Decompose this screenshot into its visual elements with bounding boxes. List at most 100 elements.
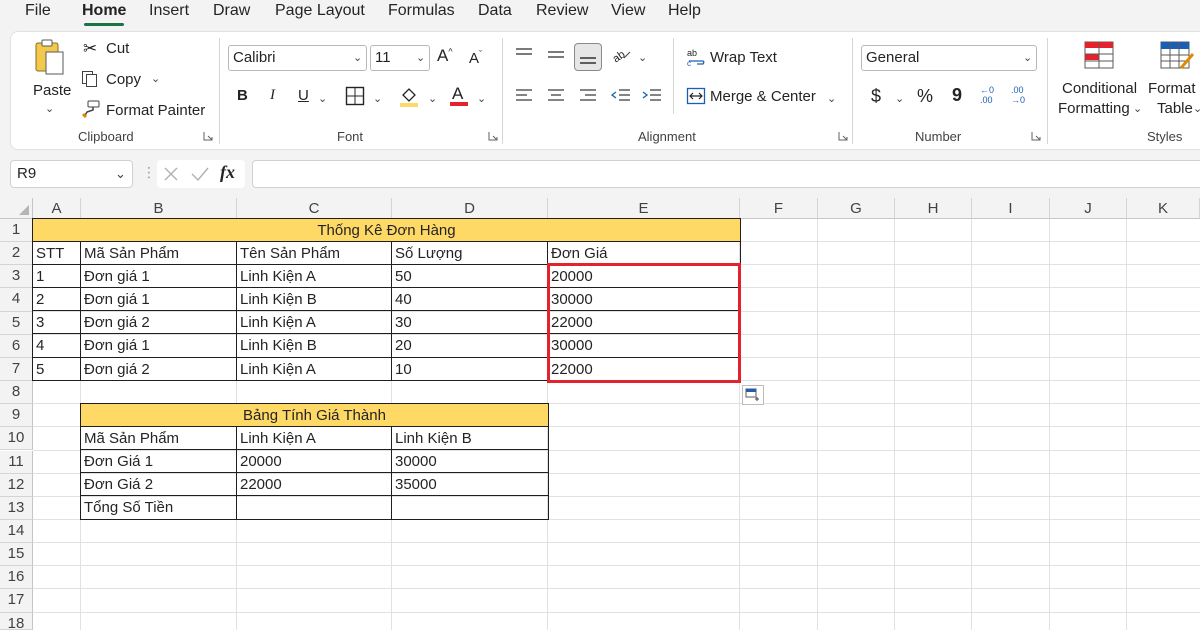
order-cell-quantity[interactable]: 50 xyxy=(392,265,548,288)
borders-dropdown-chevron[interactable]: ⌄ xyxy=(373,92,382,105)
row-header-13[interactable]: 13 xyxy=(0,496,33,520)
copy-button[interactable]: Copy xyxy=(106,71,141,88)
price-cell-part-a[interactable]: 20000 xyxy=(237,450,392,473)
underline-button[interactable]: U xyxy=(298,87,309,104)
currency-dropdown-chevron[interactable]: ⌄ xyxy=(895,92,904,105)
tab-help[interactable]: Help xyxy=(668,2,701,20)
order-cell-stt[interactable]: 2 xyxy=(33,288,81,311)
font-color-dropdown-chevron[interactable]: ⌄ xyxy=(477,92,486,105)
order-header-product-code[interactable]: Mã Sản Phẩm xyxy=(81,242,237,265)
comma-style-button[interactable]: 9 xyxy=(952,85,962,106)
wrap-text-button[interactable]: Wrap Text xyxy=(710,49,777,66)
price-cell-part-a[interactable] xyxy=(237,496,392,519)
conditional-formatting-button[interactable]: Conditional Formatting ⌄ xyxy=(1058,40,1142,118)
row-header-2[interactable]: 2 xyxy=(0,242,33,266)
paste-dropdown-chevron[interactable]: ⌄ xyxy=(45,102,54,115)
row-header-8[interactable]: 8 xyxy=(0,381,33,405)
cut-button[interactable]: Cut xyxy=(106,40,129,57)
column-header-f[interactable]: F xyxy=(740,198,818,219)
tab-data[interactable]: Data xyxy=(478,2,512,20)
row-header-12[interactable]: 12 xyxy=(0,473,33,497)
copy-dropdown-chevron[interactable]: ⌄ xyxy=(151,72,160,85)
enter-check-icon[interactable] xyxy=(190,165,210,183)
order-table-title[interactable]: Thống Kê Đơn Hàng xyxy=(33,219,740,242)
row-header-17[interactable]: 17 xyxy=(0,589,33,613)
price-header-product-code[interactable]: Mã Sản Phẩm xyxy=(81,427,237,450)
number-launcher-icon[interactable] xyxy=(1031,131,1041,141)
order-header-quantity[interactable]: Số Lượng xyxy=(392,242,548,265)
merge-dropdown-chevron[interactable]: ⌄ xyxy=(827,92,836,105)
order-cell-stt[interactable]: 5 xyxy=(33,358,81,381)
order-header-unit-price[interactable]: Đơn Giá xyxy=(548,242,740,265)
column-header-k[interactable]: K xyxy=(1127,198,1200,219)
price-cell-label[interactable]: Tổng Số Tiền xyxy=(81,496,237,519)
alignment-launcher-icon[interactable] xyxy=(838,131,848,141)
tab-draw[interactable]: Draw xyxy=(213,2,250,20)
font-size-dropdown[interactable]: 11 ⌄ xyxy=(370,45,430,71)
row-header-5[interactable]: 5 xyxy=(0,311,33,335)
row-header-14[interactable]: 14 xyxy=(0,519,33,544)
order-header-product-name[interactable]: Tên Sản Phẩm xyxy=(237,242,392,265)
order-cell-product-name[interactable]: Linh Kiện A xyxy=(237,265,392,288)
worksheet-grid[interactable]: ABCDEFGHIJK 1 2 3 4 5 6 7 8 9 10 11 12 13 14 15 16 17 18 … xyxy=(0,198,1200,632)
font-color-icon[interactable]: A xyxy=(449,82,471,108)
order-cell-product-code[interactable]: Đơn giá 1 xyxy=(81,288,237,311)
fill-color-dropdown-chevron[interactable]: ⌄ xyxy=(428,92,437,105)
order-cell-product-code[interactable]: Đơn giá 2 xyxy=(81,358,237,381)
shrink-font-icon[interactable]: Aˇ xyxy=(469,49,482,67)
order-cell-stt[interactable]: 3 xyxy=(33,311,81,334)
column-header-b[interactable]: B xyxy=(81,198,237,219)
select-all-corner[interactable] xyxy=(0,198,33,219)
order-cell-stt[interactable]: 1 xyxy=(33,265,81,288)
align-right-icon[interactable] xyxy=(579,87,597,105)
number-format-dropdown[interactable]: General ⌄ xyxy=(861,45,1037,71)
increase-indent-icon[interactable] xyxy=(642,87,662,105)
row-header-11[interactable]: 11 xyxy=(0,450,33,474)
tab-file[interactable]: File xyxy=(25,2,51,20)
column-header-e[interactable]: E xyxy=(548,198,740,219)
format-painter-button[interactable]: Format Painter xyxy=(106,102,205,119)
order-cell-product-name[interactable]: Linh Kiện A xyxy=(237,358,392,381)
top-align-icon[interactable] xyxy=(515,47,533,63)
order-cell-quantity[interactable]: 40 xyxy=(392,288,548,311)
order-header-stt[interactable]: STT xyxy=(33,242,81,265)
order-cell-quantity[interactable]: 10 xyxy=(392,358,548,381)
row-header-4[interactable]: 4 xyxy=(0,288,33,312)
orientation-dropdown-chevron[interactable]: ⌄ xyxy=(638,51,647,64)
order-cell-product-code[interactable]: Đơn giá 2 xyxy=(81,311,237,334)
bold-button[interactable]: B xyxy=(237,87,248,104)
font-name-dropdown[interactable]: Calibri ⌄ xyxy=(228,45,367,71)
tab-insert[interactable]: Insert xyxy=(149,2,189,20)
tab-view[interactable]: View xyxy=(611,2,645,20)
order-cell-quantity[interactable]: 20 xyxy=(392,334,548,357)
borders-icon[interactable] xyxy=(345,86,365,106)
insert-function-icon[interactable]: fx xyxy=(220,162,235,183)
font-launcher-icon[interactable] xyxy=(488,131,498,141)
column-header-g[interactable]: G xyxy=(818,198,895,219)
tab-home[interactable]: Home xyxy=(82,2,126,20)
clipboard-launcher-icon[interactable] xyxy=(203,131,213,141)
decrease-indent-icon[interactable] xyxy=(611,87,631,105)
tab-review[interactable]: Review xyxy=(536,2,588,20)
bottom-align-button[interactable] xyxy=(574,43,602,71)
column-header-h[interactable]: H xyxy=(895,198,972,219)
price-cell-part-a[interactable]: 22000 xyxy=(237,473,392,496)
order-cell-product-name[interactable]: Linh Kiện B xyxy=(237,334,392,357)
underline-dropdown-chevron[interactable]: ⌄ xyxy=(318,92,327,105)
name-box[interactable]: R9 ⌄ xyxy=(10,160,133,188)
middle-align-icon[interactable] xyxy=(547,47,565,63)
grow-font-icon[interactable]: A^ xyxy=(437,46,453,66)
fill-color-icon[interactable] xyxy=(398,85,420,107)
cancel-icon[interactable] xyxy=(162,165,180,183)
row-header-15[interactable]: 15 xyxy=(0,543,33,567)
formula-input[interactable] xyxy=(252,160,1200,188)
price-header-part-b[interactable]: Linh Kiện B xyxy=(392,427,548,450)
order-cell-product-code[interactable]: Đơn giá 1 xyxy=(81,265,237,288)
price-header-part-a[interactable]: Linh Kiện A xyxy=(237,427,392,450)
price-cell-label[interactable]: Đơn Giá 2 xyxy=(81,473,237,496)
column-header-j[interactable]: J xyxy=(1050,198,1127,219)
align-left-icon[interactable] xyxy=(515,87,533,105)
price-cell-part-b[interactable]: 35000 xyxy=(392,473,548,496)
order-cell-quantity[interactable]: 30 xyxy=(392,311,548,334)
orientation-icon[interactable]: ab xyxy=(610,44,632,66)
